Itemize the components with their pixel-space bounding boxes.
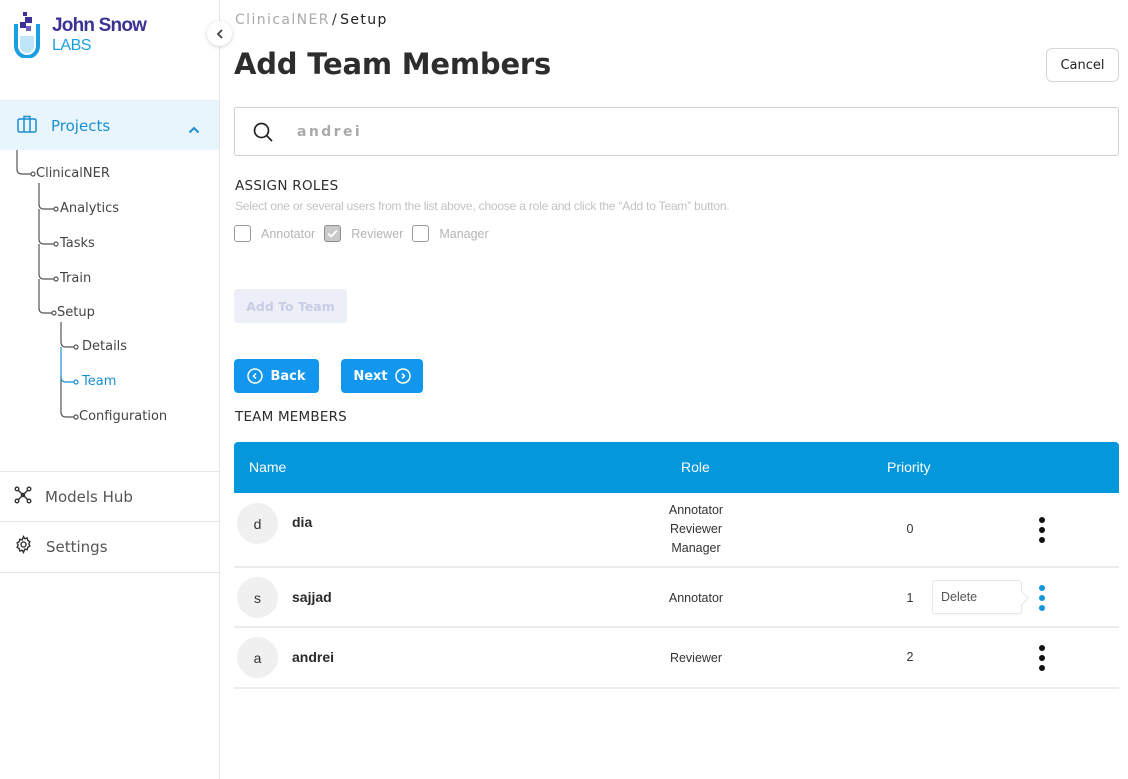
network-icon	[14, 486, 32, 508]
delete-menu-item[interactable]: Delete	[941, 590, 977, 604]
avatar: a	[237, 637, 278, 678]
member-name: dia	[292, 514, 313, 530]
tree-item-configuration[interactable]: Configuration	[79, 409, 167, 424]
sidebar-item-projects[interactable]: Projects	[0, 100, 219, 150]
tree-item-team[interactable]: Team	[82, 374, 116, 389]
tree-item-train[interactable]: Train	[60, 271, 91, 286]
breadcrumb: ClinicalNER / Setup	[235, 12, 388, 28]
more-options-icon[interactable]	[1034, 585, 1050, 611]
member-roles: Annotator	[596, 589, 796, 608]
checkbox[interactable]	[412, 225, 430, 242]
next-button[interactable]: Next	[341, 359, 423, 393]
tree-item-clinicalner[interactable]: ClinicalNER	[36, 166, 110, 181]
tree-item-tasks[interactable]: Tasks	[60, 236, 95, 251]
sidebar-item-models-hub[interactable]: Models Hub	[0, 471, 219, 521]
chevron-up-icon[interactable]	[188, 119, 200, 138]
role-text: Annotator	[668, 591, 724, 605]
collapse-sidebar-button[interactable]	[207, 21, 232, 46]
gear-icon	[14, 534, 33, 558]
logo-subtitle: LABS	[52, 37, 91, 54]
sidebar-item-label: Projects	[51, 116, 111, 135]
role-text: Annotator	[668, 503, 724, 517]
role-options: Annotator Reviewer Manager	[234, 225, 498, 242]
search-input[interactable]	[297, 108, 1097, 155]
table-row: a andrei Reviewer 2	[234, 628, 1119, 689]
tree-item-analytics[interactable]: Analytics	[60, 201, 119, 216]
sidebar-item-settings[interactable]: Settings	[0, 521, 219, 571]
member-name: andrei	[292, 649, 335, 665]
member-roles: Reviewer	[596, 649, 796, 668]
assign-roles-help: Select one or several users from the lis…	[235, 199, 730, 213]
role-label: Manager	[439, 226, 489, 241]
sidebar: John Snow LABS Projects ClinicalNER Anal…	[0, 0, 220, 779]
divider	[0, 572, 219, 573]
team-members-title: TEAM MEMBERS	[235, 409, 347, 425]
tree-item-details[interactable]: Details	[82, 339, 127, 354]
sidebar-item-label: Models Hub	[45, 487, 133, 506]
logo[interactable]: John Snow LABS	[12, 12, 147, 59]
project-tree: ClinicalNER Analytics Tasks Train Setup …	[0, 150, 219, 450]
column-header-role[interactable]: Role	[681, 459, 710, 475]
more-options-icon[interactable]	[1034, 517, 1050, 543]
role-text: Manager	[671, 541, 721, 555]
search-icon	[252, 121, 274, 147]
user-search[interactable]	[234, 107, 1119, 156]
member-priority: 2	[906, 650, 914, 664]
breadcrumb-item-current: Setup	[340, 12, 388, 28]
checkbox[interactable]	[234, 225, 251, 242]
table-row: d dia Annotator Reviewer Manager 0	[234, 493, 1119, 568]
member-priority: 1	[906, 591, 914, 605]
role-text: Reviewer	[669, 522, 723, 536]
chevron-right-circle-icon	[394, 368, 411, 384]
next-label: Next	[353, 368, 388, 384]
chevron-left-circle-icon	[247, 368, 264, 384]
page-title: Add Team Members	[234, 47, 552, 81]
briefcase-icon	[17, 115, 37, 137]
add-to-team-button[interactable]: Add To Team	[234, 289, 347, 323]
back-label: Back	[270, 368, 306, 384]
role-checkbox-annotator[interactable]: Annotator	[234, 225, 315, 242]
more-options-icon[interactable]	[1034, 645, 1050, 671]
column-header-name[interactable]: Name	[249, 459, 286, 475]
sidebar-item-label: Settings	[46, 537, 108, 556]
table-header: Name Role Priority	[234, 442, 1119, 493]
column-header-priority[interactable]: Priority	[887, 459, 931, 475]
table-row: s sajjad Annotator 1 Delete	[234, 568, 1119, 628]
role-label: Annotator	[261, 226, 316, 241]
member-priority: 0	[906, 522, 914, 536]
role-checkbox-reviewer[interactable]: Reviewer	[324, 225, 403, 242]
tree-lines	[16, 150, 79, 420]
breadcrumb-separator: /	[331, 12, 339, 28]
breadcrumb-item[interactable]: ClinicalNER	[235, 12, 330, 28]
back-button[interactable]: Back	[234, 359, 319, 393]
tree-item-setup[interactable]: Setup	[57, 305, 95, 320]
avatar: d	[237, 503, 278, 544]
chevron-left-icon	[216, 24, 224, 43]
check-icon	[327, 229, 338, 238]
team-members-table: Name Role Priority d dia Annotator Revie…	[234, 442, 1119, 689]
role-checkbox-manager[interactable]: Manager	[412, 225, 489, 242]
logo-icon	[12, 12, 42, 59]
checkbox[interactable]	[324, 225, 342, 242]
assign-roles-title: ASSIGN ROLES	[235, 178, 339, 194]
role-label: Reviewer	[351, 226, 404, 241]
role-text: Reviewer	[669, 651, 723, 665]
member-name: sajjad	[292, 589, 332, 605]
logo-title: John Snow	[52, 15, 147, 36]
member-roles: Annotator Reviewer Manager	[596, 501, 796, 558]
cancel-button[interactable]: Cancel	[1046, 48, 1119, 82]
avatar: s	[237, 577, 278, 618]
row-action-menu: Delete	[932, 580, 1022, 614]
